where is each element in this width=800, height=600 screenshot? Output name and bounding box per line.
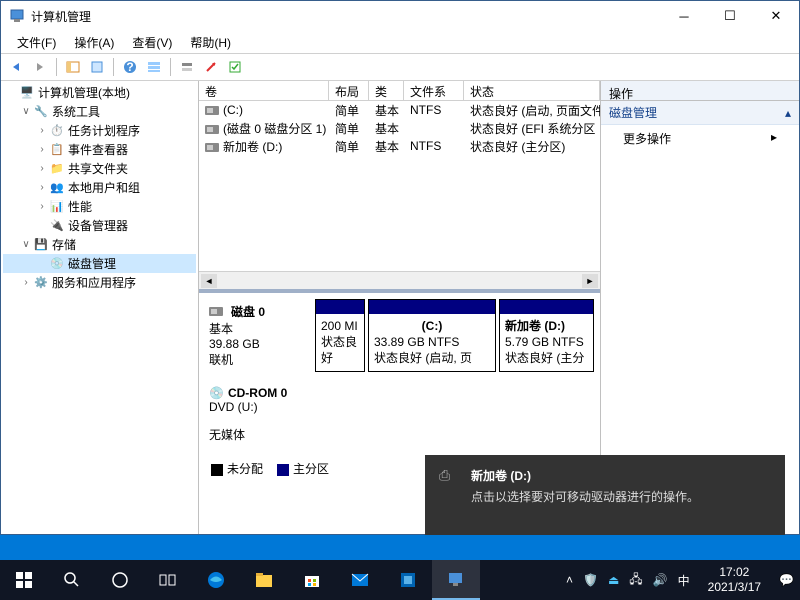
system-tray: ˄ 🛡️ ⏏ 🖧 🔊 中 17:02 2021/3/17 💬	[560, 565, 800, 595]
chevron-right-icon: ▸	[771, 130, 777, 147]
volume-icon	[205, 143, 219, 152]
properties-button[interactable]	[86, 56, 108, 78]
volume-icon	[205, 106, 219, 115]
autoplay-notification[interactable]: ⎙ 新加卷 (D:) 点击以选择要对可移动驱动器进行的操作。	[425, 455, 785, 535]
refresh-button[interactable]	[224, 56, 246, 78]
forward-button[interactable]	[29, 56, 51, 78]
col-status[interactable]: 状态	[464, 81, 600, 100]
tree-device-manager[interactable]: 🔌设备管理器	[3, 216, 196, 235]
disk-icon	[209, 307, 223, 316]
menu-action[interactable]: 操作(A)	[66, 32, 122, 53]
separator	[170, 58, 171, 76]
taskbar-compmgmt[interactable]	[432, 560, 480, 600]
tray-usb-icon[interactable]: ⏏	[608, 573, 619, 587]
tree-task-scheduler[interactable]: ›⏱️任务计划程序	[3, 121, 196, 140]
minimize-button[interactable]: ─	[661, 1, 707, 31]
col-volume[interactable]: 卷	[199, 81, 329, 100]
menu-view[interactable]: 查看(V)	[124, 32, 180, 53]
tree-shared-folders[interactable]: ›📁共享文件夹	[3, 159, 196, 178]
tray-overflow-icon[interactable]: ˄	[566, 573, 573, 587]
col-type[interactable]: 类型	[369, 81, 404, 100]
view-top-button[interactable]	[176, 56, 198, 78]
tray-ime-indicator[interactable]: 中	[678, 572, 690, 589]
scroll-left-button[interactable]: ◄	[201, 274, 217, 288]
task-view-button[interactable]	[144, 560, 192, 600]
taskbar: ˄ 🛡️ ⏏ 🖧 🔊 中 17:02 2021/3/17 💬	[0, 560, 800, 600]
taskbar-store[interactable]	[288, 560, 336, 600]
desktop-background	[0, 535, 800, 560]
partition-efi[interactable]: 200 MI状态良好	[315, 299, 365, 372]
scroll-right-button[interactable]: ►	[582, 274, 598, 288]
tree-services-apps[interactable]: ›⚙️服务和应用程序	[3, 273, 196, 292]
svg-text:?: ?	[126, 60, 133, 74]
horizontal-scrollbar[interactable]: ◄ ►	[199, 271, 600, 289]
legend-primary-swatch	[277, 464, 289, 476]
volume-list[interactable]: (C:) 简单 基本 NTFS 状态良好 (启动, 页面文件 (磁盘 0 磁盘分…	[199, 101, 600, 271]
actions-section-diskmgmt[interactable]: 磁盘管理▴	[601, 101, 799, 125]
tray-volume-icon[interactable]: 🔊	[653, 573, 668, 587]
notification-body: 点击以选择要对可移动驱动器进行的操作。	[471, 488, 699, 506]
partition-c[interactable]: (C:)33.89 GB NTFS状态良好 (启动, 页	[368, 299, 496, 372]
col-filesystem[interactable]: 文件系统	[404, 81, 464, 100]
action-center-button[interactable]: 💬	[779, 573, 794, 587]
taskbar-clock[interactable]: 17:02 2021/3/17	[700, 565, 769, 595]
tree-event-viewer[interactable]: ›📋事件查看器	[3, 140, 196, 159]
search-button[interactable]	[48, 560, 96, 600]
tray-network-icon[interactable]: 🖧	[629, 570, 642, 591]
partition-header	[500, 300, 593, 314]
volume-icon	[205, 125, 219, 134]
tree-local-users[interactable]: ›👥本地用户和组	[3, 178, 196, 197]
col-layout[interactable]: 布局	[329, 81, 369, 100]
tree-system-tools[interactable]: ∨🔧系统工具	[3, 102, 196, 121]
tree-disk-management[interactable]: 💿磁盘管理	[3, 254, 196, 273]
window-controls: ─ ☐ ✕	[661, 1, 799, 31]
disk-0-block[interactable]: 磁盘 0 基本 39.88 GB 联机 200 MI状态良好 (C:)33.89…	[205, 299, 594, 372]
maximize-button[interactable]: ☐	[707, 1, 753, 31]
menubar: 文件(F) 操作(A) 查看(V) 帮助(H)	[1, 31, 799, 53]
menu-help[interactable]: 帮助(H)	[182, 32, 239, 53]
notification-title: 新加卷 (D:)	[471, 467, 699, 484]
cdrom-icon: 💿	[209, 386, 224, 400]
tree-storage[interactable]: ∨💾存储	[3, 235, 196, 254]
close-button[interactable]: ✕	[753, 1, 799, 31]
partition-d[interactable]: 新加卷 (D:)5.79 GB NTFS状态良好 (主分	[499, 299, 594, 372]
titlebar: 计算机管理 ─ ☐ ✕	[1, 1, 799, 31]
tree-root[interactable]: 🖥️计算机管理(本地)	[3, 83, 196, 102]
separator	[113, 58, 114, 76]
volume-row[interactable]: (C:) 简单 基本 NTFS 状态良好 (启动, 页面文件	[199, 101, 600, 119]
actions-header: 操作	[601, 81, 799, 101]
taskbar-edge[interactable]	[192, 560, 240, 600]
tree-performance[interactable]: ›📊性能	[3, 197, 196, 216]
back-button[interactable]	[5, 56, 27, 78]
cortana-button[interactable]	[96, 560, 144, 600]
start-button[interactable]	[0, 560, 48, 600]
cdrom-0-info: 💿CD-ROM 0 DVD (U:) 无媒体	[205, 382, 315, 447]
taskbar-mail[interactable]	[336, 560, 384, 600]
partition-header	[316, 300, 364, 314]
help-button[interactable]: ?	[119, 56, 141, 78]
cdrom-0-block[interactable]: 💿CD-ROM 0 DVD (U:) 无媒体	[205, 382, 594, 447]
view-list-button[interactable]	[143, 56, 165, 78]
volume-list-header: 卷 布局 类型 文件系统 状态	[199, 81, 600, 101]
nav-tree[interactable]: 🖥️计算机管理(本地) ∨🔧系统工具 ›⏱️任务计划程序 ›📋事件查看器 ›📁共…	[1, 81, 199, 534]
app-icon	[9, 8, 25, 24]
disk-0-partitions: 200 MI状态良好 (C:)33.89 GB NTFS状态良好 (启动, 页 …	[315, 299, 594, 372]
window-title: 计算机管理	[31, 8, 661, 25]
settings-button[interactable]	[200, 56, 222, 78]
collapse-icon: ▴	[785, 106, 791, 120]
volume-row[interactable]: 新加卷 (D:) 简单 基本 NTFS 状态良好 (主分区)	[199, 137, 600, 155]
separator	[56, 58, 57, 76]
actions-more[interactable]: 更多操作▸	[601, 125, 799, 152]
disk-0-info: 磁盘 0 基本 39.88 GB 联机	[205, 299, 315, 372]
show-hide-tree-button[interactable]	[62, 56, 84, 78]
toolbar: ?	[1, 53, 799, 81]
menu-file[interactable]: 文件(F)	[9, 32, 64, 53]
partition-header	[369, 300, 495, 314]
volume-row[interactable]: (磁盘 0 磁盘分区 1) 简单 基本 状态良好 (EFI 系统分区	[199, 119, 600, 137]
tray-security-icon[interactable]: 🛡️	[583, 573, 598, 587]
usb-device-icon: ⎙	[439, 467, 459, 523]
taskbar-explorer[interactable]	[240, 560, 288, 600]
legend-unallocated-swatch	[211, 464, 223, 476]
taskbar-app[interactable]	[384, 560, 432, 600]
